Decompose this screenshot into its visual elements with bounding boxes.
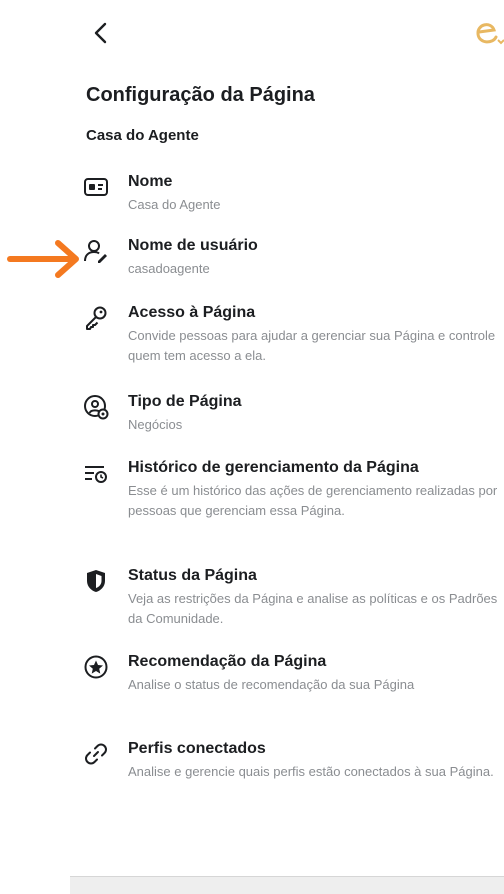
shield-icon bbox=[82, 567, 110, 595]
back-button[interactable] bbox=[86, 18, 116, 48]
page-type-icon bbox=[82, 393, 110, 421]
setting-item-description: Casa do Agente bbox=[128, 197, 221, 212]
setting-item-description: casadoagente bbox=[128, 261, 210, 276]
setting-item-name[interactable]: Nome Casa do Agente bbox=[80, 173, 504, 213]
id-card-icon bbox=[82, 173, 110, 201]
top-bar bbox=[0, 0, 504, 70]
link-icon bbox=[82, 740, 110, 768]
section-title: Casa do Agente bbox=[86, 127, 199, 144]
e-logo-icon bbox=[476, 23, 504, 45]
setting-item-management-history[interactable]: Histórico de gerenciamento da Página Ess… bbox=[80, 459, 504, 543]
brand-logo-button[interactable] bbox=[470, 14, 504, 50]
setting-item-page-access[interactable]: Acesso à Página Convide pessoas para aju… bbox=[80, 304, 504, 368]
setting-item-label: Nome de usuário bbox=[128, 237, 258, 254]
setting-item-label: Perfis conectados bbox=[128, 740, 266, 757]
user-pen-icon bbox=[82, 237, 110, 265]
setting-item-description: Analise o status de recomendação da sua … bbox=[128, 677, 415, 692]
setting-item-label: Tipo de Página bbox=[128, 393, 242, 410]
setting-item-label: Status da Página bbox=[128, 567, 257, 584]
setting-item-description: Convide pessoas para ajudar a gerenciar … bbox=[128, 328, 496, 363]
history-icon bbox=[82, 459, 110, 487]
setting-item-page-recommendation[interactable]: Recomendação da Página Analise o status … bbox=[80, 653, 504, 717]
star-badge-icon bbox=[82, 653, 110, 681]
setting-item-label: Nome bbox=[128, 173, 173, 190]
setting-item-username[interactable]: Nome de usuário casadoagente bbox=[80, 237, 504, 277]
key-icon bbox=[82, 304, 110, 332]
setting-item-description: Negócios bbox=[128, 417, 183, 432]
page-title: Configuração da Página bbox=[86, 84, 315, 106]
chevron-left-icon bbox=[94, 22, 107, 44]
orange-arrow-annotation bbox=[6, 237, 86, 281]
setting-item-description: Esse é um histórico das ações de gerenci… bbox=[128, 483, 498, 518]
setting-item-label: Acesso à Página bbox=[128, 304, 256, 321]
setting-item-label: Recomendação da Página bbox=[128, 653, 327, 670]
setting-item-page-status[interactable]: Status da Página Veja as restrições da P… bbox=[80, 567, 504, 631]
arrow-right-icon bbox=[7, 240, 79, 278]
setting-item-description: Analise e gerencie quais perfis estão co… bbox=[128, 764, 494, 779]
setting-item-connected-profiles[interactable]: Perfis conectados Analise e gerencie qua… bbox=[80, 740, 504, 804]
setting-item-page-type[interactable]: Tipo de Página Negócios bbox=[80, 393, 504, 433]
setting-item-description: Veja as restrições da Página e analise a… bbox=[128, 591, 498, 626]
bottom-bar bbox=[70, 876, 504, 894]
setting-item-label: Histórico de gerenciamento da Página bbox=[128, 459, 419, 476]
